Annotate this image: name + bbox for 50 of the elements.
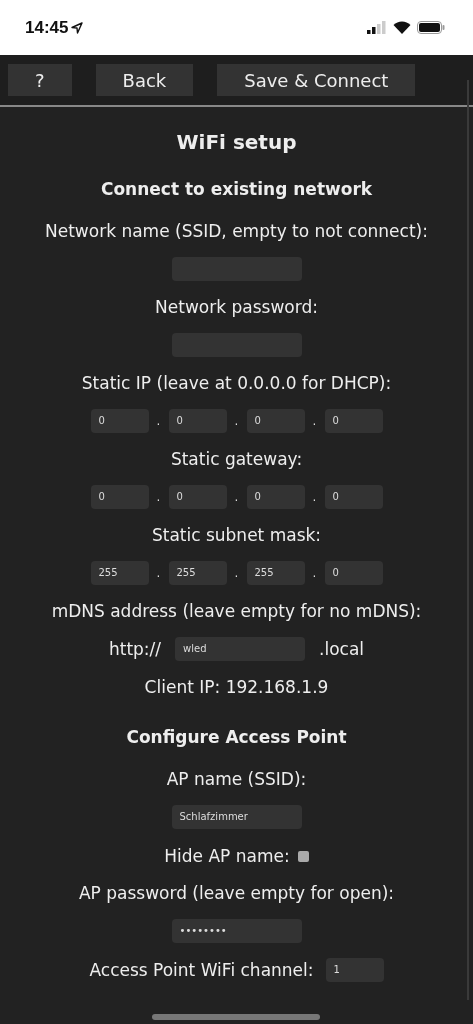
ip-octet-field[interactable]: 0: [324, 409, 383, 433]
battery-icon: [417, 21, 445, 34]
page-title: WiFi setup: [176, 129, 297, 156]
ip-octet-field[interactable]: 0: [90, 409, 149, 433]
field-label: Network password:: [155, 296, 318, 319]
field-label: mDNS address (leave empty for no mDNS):: [51, 600, 422, 623]
dot-separator: .: [233, 490, 240, 504]
ip-octet-field[interactable]: 0: [324, 561, 383, 585]
field-label: Network name (SSID, empty to not connect):: [45, 220, 428, 243]
ip-octet-field[interactable]: 255: [246, 561, 305, 585]
field-label: Static subnet mask:: [151, 524, 322, 547]
ip-octet-field[interactable]: 0: [324, 485, 383, 509]
dot-separator: .: [155, 490, 162, 504]
toolbar-button[interactable]: ?: [8, 64, 72, 96]
clock-time: 14:45: [25, 17, 69, 38]
field-label: Access Point WiFi channel:: [89, 960, 314, 980]
url-prefix: http://: [108, 639, 162, 659]
ip-octet-field[interactable]: 0: [246, 485, 305, 509]
dot-separator: .: [311, 566, 318, 580]
ip-octet-field[interactable]: 0: [90, 485, 149, 509]
section-heading: Configure Access Point: [126, 726, 347, 749]
ip-octet-field[interactable]: 255: [90, 561, 149, 585]
dot-separator: .: [311, 490, 318, 504]
dot-separator: .: [311, 414, 318, 428]
dot-separator: .: [155, 566, 162, 580]
input-field[interactable]: wled: [175, 637, 306, 661]
field-label: Static gateway:: [170, 448, 303, 471]
toolbar-button[interactable]: Save & Connect: [217, 64, 416, 96]
input-field[interactable]: ••••••••: [171, 919, 302, 943]
input-field[interactable]: Schlafzimmer: [171, 805, 302, 829]
wifi-icon: [393, 21, 411, 34]
dot-separator: .: [155, 414, 162, 428]
toolbar-button[interactable]: Back: [95, 64, 194, 96]
dot-separator: .: [233, 414, 240, 428]
location-arrow-icon: [71, 21, 84, 34]
dot-separator: .: [233, 566, 240, 580]
signal-icon: [367, 21, 387, 34]
field-label: AP password (leave empty for open):: [78, 882, 395, 905]
checkbox[interactable]: [297, 850, 309, 862]
field-label: Static IP (leave at 0.0.0.0 for DHCP):: [81, 372, 392, 395]
section-heading: Connect to existing network: [100, 178, 373, 201]
field-label: Client IP: 192.168.1.9: [144, 676, 329, 699]
input-field[interactable]: 1: [325, 958, 384, 982]
checkbox-label: Hide AP name:: [164, 846, 290, 866]
url-suffix: .local: [319, 639, 365, 659]
ip-octet-field[interactable]: 0: [246, 409, 305, 433]
field-label: AP name (SSID):: [166, 768, 307, 791]
ip-octet-field[interactable]: 0: [168, 485, 227, 509]
ip-octet-field[interactable]: 255: [168, 561, 227, 585]
ip-octet-field[interactable]: 0: [168, 409, 227, 433]
